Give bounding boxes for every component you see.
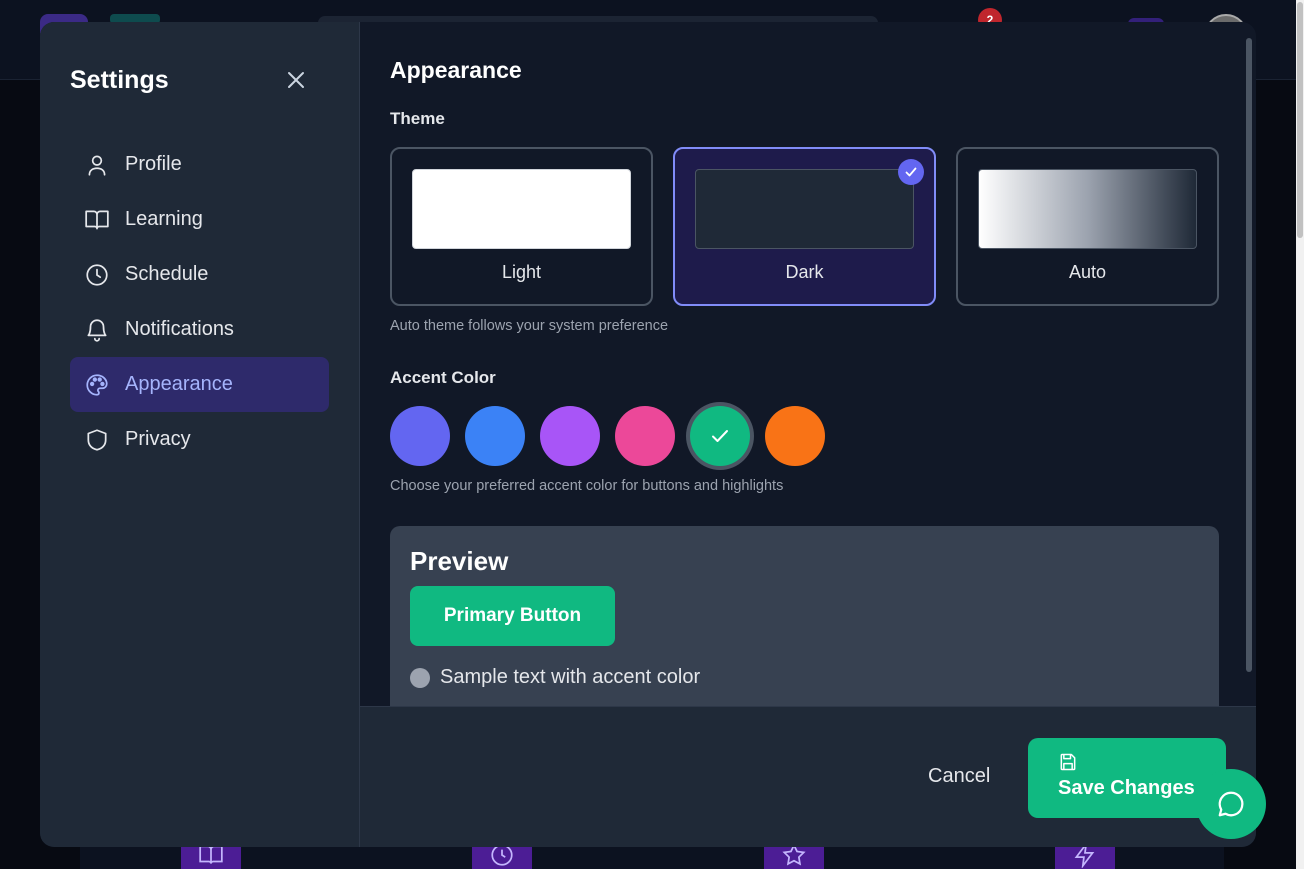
selected-check-badge	[898, 159, 924, 185]
theme-hint: Auto theme follows your system preferenc…	[390, 318, 669, 334]
settings-title: Settings	[70, 66, 169, 94]
theme-preview-dark	[695, 169, 914, 249]
background-bottom-bar	[80, 846, 1224, 869]
clock-icon	[86, 263, 108, 286]
user-icon	[88, 154, 106, 176]
bell-icon	[87, 318, 107, 342]
preview-title: Preview	[410, 546, 509, 576]
sidebar-item-label: Privacy	[125, 428, 191, 450]
accent-swatch-pink[interactable]	[615, 406, 675, 466]
theme-name: Dark	[785, 262, 824, 282]
sidebar-item-notifications[interactable]: Notifications	[70, 302, 329, 357]
background-book-tile	[181, 845, 241, 869]
accent-swatch-orange[interactable]	[765, 406, 825, 466]
cancel-button[interactable]: Cancel	[928, 765, 990, 788]
sidebar-item-profile[interactable]: Profile	[70, 137, 329, 192]
theme-option-dark[interactable]: Dark	[673, 147, 936, 306]
sidebar-item-schedule[interactable]: Schedule	[70, 247, 329, 302]
sidebar-item-label: Schedule	[125, 263, 209, 285]
accent-swatch-indigo[interactable]	[390, 406, 450, 466]
accent-hint: Choose your preferred accent color for b…	[390, 478, 784, 494]
theme-option-light[interactable]: Light	[390, 147, 653, 306]
settings-main: Appearance Theme Light Dark Auto Auto th…	[360, 22, 1256, 847]
save-button-label: Save Changes	[1058, 777, 1195, 799]
settings-modal: Settings Profile Learning Schedule Notif…	[40, 22, 1256, 847]
sidebar-item-label: Appearance	[125, 373, 233, 395]
close-icon	[288, 72, 304, 88]
sidebar-item-learning[interactable]: Learning	[70, 192, 329, 247]
sidebar-item-label: Learning	[125, 208, 203, 230]
background-clock-tile	[472, 844, 532, 869]
palette-icon	[86, 373, 108, 396]
check-icon	[712, 430, 728, 442]
theme-options: Light Dark Auto	[390, 147, 1219, 306]
accent-swatch-purple[interactable]	[540, 406, 600, 466]
page-scrollbar-thumb[interactable]	[1297, 2, 1303, 238]
theme-label: Theme	[390, 109, 445, 128]
book-icon	[85, 209, 109, 230]
background-bolt-tile	[1055, 842, 1115, 869]
theme-option-auto[interactable]: Auto	[956, 147, 1219, 306]
content-scrollbar[interactable]	[1246, 38, 1252, 672]
preview-panel: Preview Primary Button Sample text with …	[390, 526, 1219, 706]
modal-footer: Cancel Save Changes	[360, 706, 1256, 847]
background-star-tile	[764, 843, 824, 869]
appearance-panel: Appearance Theme Light Dark Auto Auto th…	[360, 22, 1256, 706]
accent-swatch-blue[interactable]	[465, 406, 525, 466]
theme-preview-auto	[978, 169, 1197, 249]
accent-color-label: Accent Color	[390, 368, 496, 387]
theme-name: Auto	[1068, 262, 1107, 282]
settings-sidebar: Settings Profile Learning Schedule Notif…	[40, 22, 360, 847]
theme-name: Light	[501, 262, 542, 282]
accent-color-options	[390, 406, 850, 466]
chat-button[interactable]	[1196, 769, 1266, 839]
primary-button-preview[interactable]: Primary Button	[410, 586, 615, 646]
chat-bubble-icon	[1218, 791, 1244, 817]
save-icon	[1060, 753, 1076, 771]
accent-swatch-green[interactable]	[690, 406, 750, 466]
sidebar-item-privacy[interactable]: Privacy	[70, 412, 329, 467]
accent-dot	[410, 668, 430, 688]
section-title: Appearance	[390, 57, 522, 83]
close-button[interactable]	[284, 68, 308, 92]
page-scrollbar[interactable]	[1296, 0, 1304, 869]
shield-icon	[87, 428, 107, 451]
check-icon	[905, 167, 917, 177]
theme-preview-light	[412, 169, 631, 249]
sidebar-item-label: Notifications	[125, 318, 234, 340]
sample-accent-text: Sample text with accent color	[440, 666, 701, 688]
sidebar-item-label: Profile	[125, 153, 182, 175]
settings-nav: Profile Learning Schedule Notifications …	[70, 137, 329, 467]
sidebar-item-appearance[interactable]: Appearance	[70, 357, 329, 412]
